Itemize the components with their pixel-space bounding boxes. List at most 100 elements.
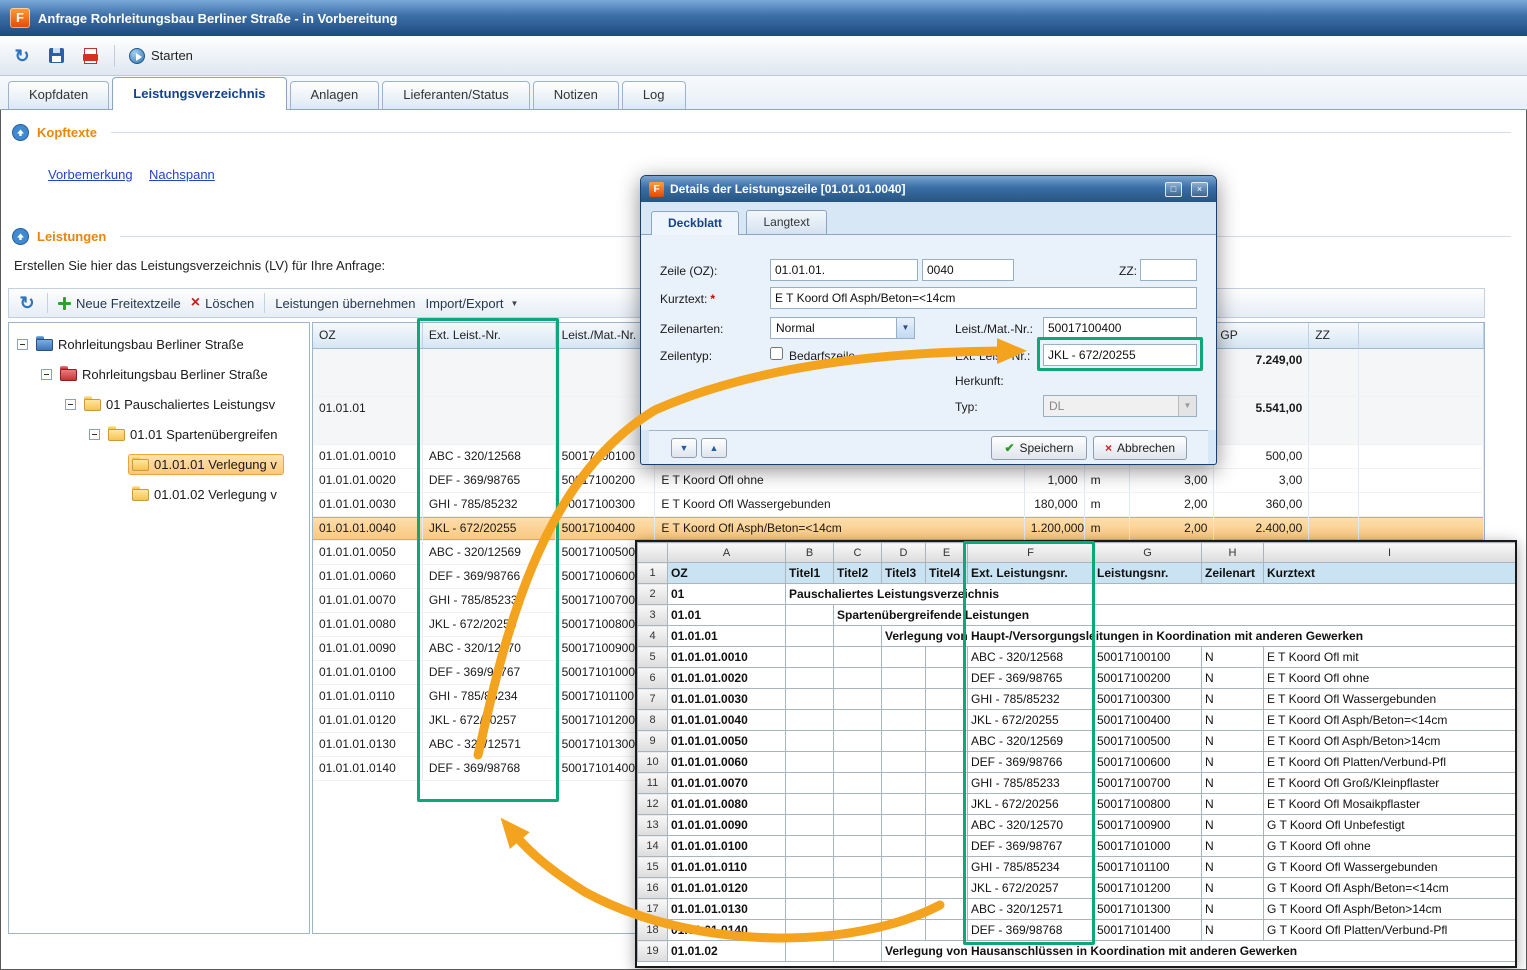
tree-item[interactable]: 01.01.01 Verlegung v [9,449,309,479]
sheet-cell [926,710,968,731]
import-export-button[interactable]: Import/Export ▼ [426,296,519,311]
dialog-titlebar[interactable]: F Details der Leistungszeile [01.01.01.0… [641,176,1216,202]
zeile-oz-input[interactable] [770,259,918,281]
table-cell: 01.01.01.0090 [313,637,423,660]
save-icon[interactable] [46,46,66,66]
leist-mat-nr-input[interactable] [1043,317,1197,339]
table-cell: 2.400,00 [1214,517,1309,540]
toolbar-separator [264,293,265,313]
sheet-row-number: 6 [638,668,668,689]
sheet-cell: 50017100400 [1094,710,1202,731]
sheet-cell [926,920,968,941]
sheet-cell: ABC - 320/12571 [968,899,1094,920]
bedarfszeile-label: Bedarfszeile [789,346,855,366]
sheet-cell [834,815,882,836]
dialog-tab-deckblatt[interactable]: Deckblatt [651,211,739,235]
sheet-cell: 01.01.01.0020 [668,668,786,689]
pdf-icon[interactable] [80,46,100,66]
link-vorbemerkung[interactable]: Vorbemerkung [48,167,133,182]
folder-icon [84,399,101,411]
table-cell: ABC - 320/12571 [423,733,556,756]
close-icon: × [1105,441,1112,455]
table-cell: m [1085,517,1130,540]
dialog-footer: ▼ ▲ ✔ Speichern × Abbrechen [649,430,1208,465]
table-row[interactable]: 01.01.01.0020DEF - 369/9876550017100200E… [313,469,1484,493]
sheet-cell: 50017100900 [1094,815,1202,836]
table-row[interactable]: 01.01.01.0040JKL - 672/2025550017100400E… [313,517,1484,541]
bedarfszeile-checkbox[interactable] [770,347,783,360]
table-cell: 3,00 [1130,469,1215,492]
dialog-tab-langtext[interactable]: Langtext [746,210,826,234]
tree-item-body[interactable]: 01.01.01 Verlegung v [128,454,284,475]
sheet-header-cell: Kurztext [1264,563,1516,584]
ext-leist-nr-input[interactable] [1043,344,1197,366]
sheet-cell: 01.01.01.0110 [668,857,786,878]
refresh-icon[interactable]: ↻ [12,46,32,66]
tree-item-body[interactable]: 01.01.02 Verlegung v [128,484,284,505]
column-header-ext-leist-nr[interactable]: Ext. Leist.-Nr. [423,323,556,349]
link-nachspann[interactable]: Nachspann [149,167,215,182]
tree-item-body[interactable]: 01 Pauschaliertes Leistungsv [80,394,282,415]
neue-freitextzeile-button[interactable]: Neue Freitextzeile [58,296,181,311]
sheet-cell: N [1202,836,1264,857]
tree-expander-icon[interactable] [17,339,28,350]
zeile-nr-input[interactable] [922,259,1014,281]
sheet-row-number: 11 [638,773,668,794]
zeilenarten-select[interactable]: Normal ▼ [770,317,915,339]
tree-expander-icon[interactable] [65,399,76,410]
tab-anlagen[interactable]: Anlagen [290,81,380,109]
sheet-cell: ABC - 320/12568 [968,647,1094,668]
tree-item-body[interactable]: Rohrleitungsbau Berliner Straße [56,364,275,385]
tree-expander-icon[interactable] [41,369,52,380]
sheet-cell [926,815,968,836]
sheet-cell: 50017101000 [1094,836,1202,857]
starten-button[interactable]: Starten [129,48,193,64]
dialog-close-button[interactable]: × [1191,182,1208,197]
tree-item-body[interactable]: Rohrleitungsbau Berliner Straße [32,334,251,355]
ext-leist-nr-label: Ext. Leist.-Nr.: [955,346,1030,366]
table-cell: ABC - 320/12568 [423,445,556,468]
tab-notizen[interactable]: Notizen [533,81,619,109]
table-cell [1309,349,1359,396]
abbrechen-button[interactable]: × Abbrechen [1093,436,1187,460]
move-up-button[interactable]: ▲ [701,438,727,458]
tree-item-body[interactable]: 01.01 Spartenübergreifen [104,424,284,445]
zz-input[interactable] [1140,259,1197,281]
tab-log[interactable]: Log [622,81,686,109]
column-header-oz[interactable]: OZ [313,323,423,349]
dialog-restore-button[interactable]: □ [1165,182,1182,197]
sheet-cell: G T Koord Ofl Unbefestigt [1264,815,1516,836]
sheet-row-number: 13 [638,815,668,836]
loeschen-button[interactable]: × Löschen [191,296,255,311]
tab-kopfdaten[interactable]: Kopfdaten [8,81,109,109]
kurztext-input[interactable] [770,287,1197,309]
tree-item[interactable]: 01 Pauschaliertes Leistungsv [9,389,309,419]
tree-item[interactable]: 01.01.02 Verlegung v [9,479,309,509]
folder-icon [108,429,125,441]
tree-expander-icon[interactable] [89,429,100,440]
sheet-cell [834,752,882,773]
sheet-cell: 01.01.01.0010 [668,647,786,668]
table-row[interactable]: 01.01.01.0030GHI - 785/8523250017100300E… [313,493,1484,517]
sheet-cell [882,689,926,710]
leistungen-uebernehmen-button[interactable]: Leistungen übernehmen [275,296,415,311]
column-header-zz[interactable]: ZZ [1309,323,1359,349]
sheet-cell: 01.01.01 [668,626,786,647]
sheet-cell: DEF - 369/98766 [968,752,1094,773]
move-down-button[interactable]: ▼ [671,438,697,458]
speichern-button[interactable]: ✔ Speichern [991,436,1087,460]
tab-lieferanten-status[interactable]: Lieferanten/Status [382,81,530,109]
column-header-filler [1359,323,1484,349]
lv-refresh-icon[interactable]: ↻ [17,293,37,313]
tree-item[interactable]: Rohrleitungsbau Berliner Straße [9,359,309,389]
tab-leistungsverzeichnis[interactable]: Leistungsverzeichnis [112,77,286,110]
add-icon [58,297,71,310]
sheet-cell: 01.01.01.0080 [668,794,786,815]
column-header-gp[interactable]: GP [1214,323,1309,349]
tree-item[interactable]: Rohrleitungsbau Berliner Straße [9,329,309,359]
required-mark: * [710,292,715,306]
typ-select[interactable]: DL ▼ [1043,395,1197,417]
sheet-cell: N [1202,920,1264,941]
import-export-label: Import/Export [426,296,504,311]
tree-item[interactable]: 01.01 Spartenübergreifen [9,419,309,449]
